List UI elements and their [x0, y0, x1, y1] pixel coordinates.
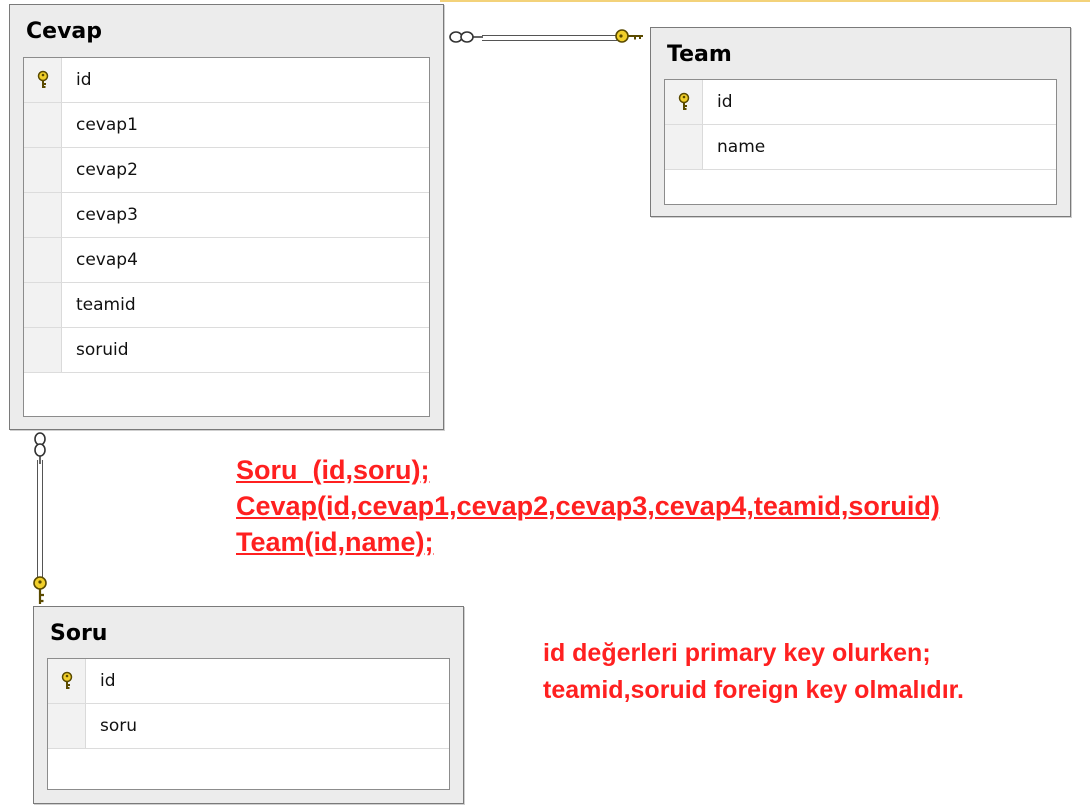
key-icon: [37, 70, 48, 88]
row-selector: [665, 125, 703, 169]
column-row[interactable]: cevap3: [24, 193, 429, 238]
column-name: id: [100, 671, 116, 691]
column-name: teamid: [76, 295, 136, 315]
column-name: soruid: [76, 340, 129, 360]
column-name: id: [76, 70, 92, 90]
column-row[interactable]: name: [665, 125, 1056, 170]
note-line: teamid,soruid foreign key olmalıdır.: [543, 676, 964, 704]
top-border-line: [440, 0, 1090, 2]
key-note: id değerleri primary key olurken; teamid…: [543, 635, 964, 709]
table-soru[interactable]: Soru id soru: [33, 606, 464, 804]
key-icon: [678, 92, 689, 110]
row-selector: [24, 283, 62, 327]
relationship-line-cevap-soru[interactable]: [37, 460, 43, 578]
row-selector: [24, 58, 62, 102]
row-selector: [24, 238, 62, 282]
column-row[interactable]: cevap1: [24, 103, 429, 148]
column-row[interactable]: soruid: [24, 328, 429, 373]
column-row[interactable]: soru: [48, 704, 449, 749]
column-row[interactable]: cevap2: [24, 148, 429, 193]
row-selector: [24, 328, 62, 372]
column-name: id: [717, 92, 733, 112]
table-title: Cevap: [26, 19, 103, 44]
column-row[interactable]: id: [48, 659, 449, 704]
column-row[interactable]: teamid: [24, 283, 429, 328]
column-grid: id cevap1 cevap2 cevap3 cevap4 teamid so…: [23, 57, 430, 417]
row-selector: [665, 80, 703, 124]
row-selector: [24, 148, 62, 192]
infinity-icon: [449, 31, 483, 43]
column-name: cevap3: [76, 205, 138, 225]
column-name: soru: [100, 716, 138, 736]
column-grid: id soru: [47, 658, 450, 790]
table-title: Team: [667, 42, 732, 67]
schema-definitions: Soru (id,soru); Cevap(id,cevap1,cevap2,c…: [236, 452, 940, 560]
column-name: cevap1: [76, 115, 138, 135]
key-icon: [61, 671, 72, 689]
column-name: cevap2: [76, 160, 138, 180]
column-row[interactable]: id: [665, 80, 1056, 125]
row-selector: [24, 103, 62, 147]
column-name: cevap4: [76, 250, 138, 270]
schema-line: Soru (id,soru);: [236, 455, 430, 485]
row-selector: [48, 704, 86, 748]
column-name: name: [717, 137, 766, 157]
key-icon: [615, 29, 643, 43]
column-row[interactable]: id: [24, 58, 429, 103]
relationship-line-cevap-team[interactable]: [482, 35, 617, 41]
column-grid: id name: [664, 79, 1057, 205]
note-line: id değerleri primary key olurken;: [543, 639, 931, 667]
row-selector: [24, 193, 62, 237]
table-title: Soru: [50, 621, 108, 646]
table-cevap[interactable]: Cevap id cevap1 cevap2 cevap3 cevap4 tea…: [9, 4, 444, 430]
row-selector: [48, 659, 86, 703]
table-team[interactable]: Team id name: [650, 27, 1071, 217]
schema-line: Cevap(id,cevap1,cevap2,cevap3,cevap4,tea…: [236, 491, 940, 521]
column-row[interactable]: cevap4: [24, 238, 429, 283]
infinity-icon: [34, 432, 46, 464]
key-icon: [33, 576, 47, 604]
schema-line: Team(id,name);: [236, 527, 434, 557]
